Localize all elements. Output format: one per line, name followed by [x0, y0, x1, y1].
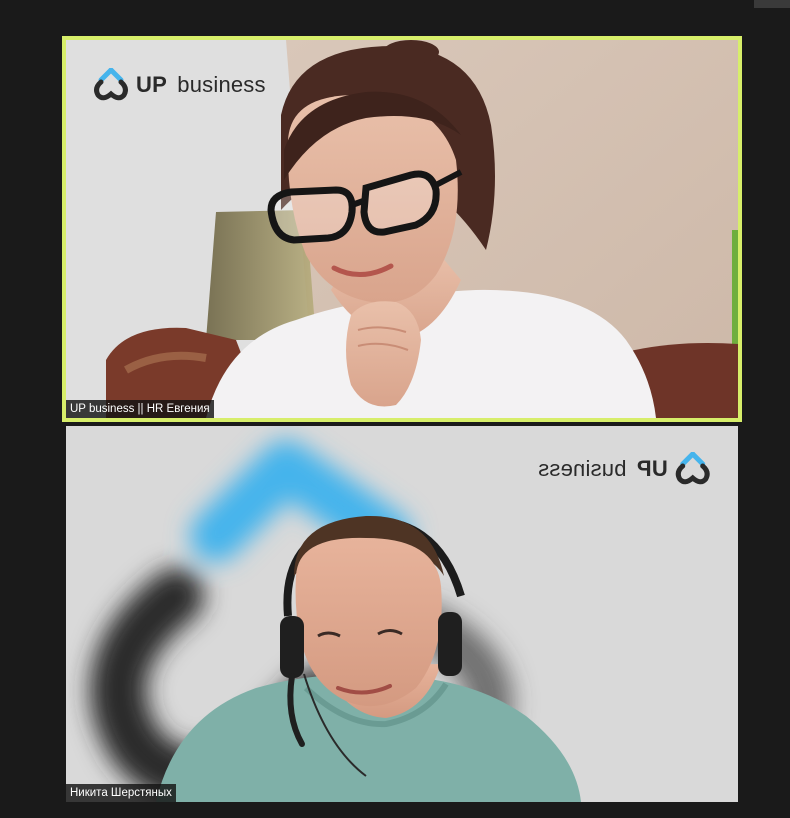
participant-name-label: UP business || HR Евгения [66, 400, 214, 418]
up-business-logo-mirrored: UP business [538, 452, 712, 486]
logo-text-bold: UP [637, 456, 668, 481]
logo-text-light: business [177, 72, 266, 97]
up-business-logo-icon [94, 68, 128, 101]
participant-tile-2[interactable]: UP business Никита Шерстяных [66, 426, 738, 802]
logo-text-light: business [538, 456, 627, 481]
logo-text-bold: UP [136, 72, 167, 97]
window-control[interactable] [754, 0, 790, 8]
up-business-logo: UP business [92, 68, 266, 102]
up-business-logo-icon [676, 452, 710, 485]
participant-name-label: Никита Шерстяных [66, 784, 176, 802]
participant-tile-1[interactable]: UP business UP business || HR Евгения [62, 36, 742, 422]
